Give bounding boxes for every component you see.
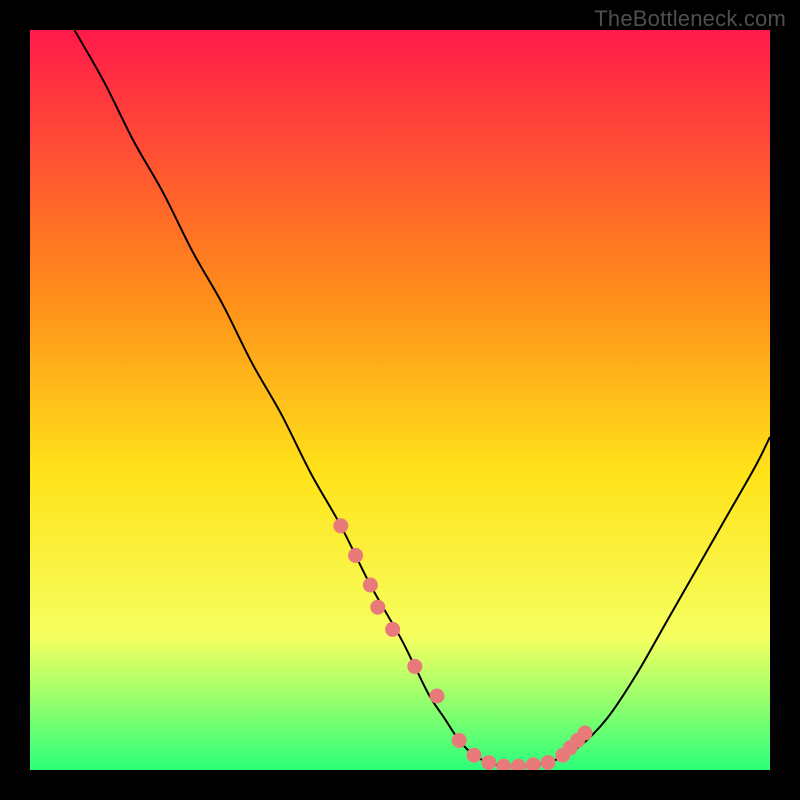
highlight-dot [333,518,348,533]
highlight-dot [541,755,556,770]
highlight-dot [452,733,467,748]
highlight-dot [385,622,400,637]
plot-area [30,30,770,770]
highlight-dot [348,548,363,563]
highlight-dot [407,659,422,674]
gradient-background [30,30,770,770]
chart-stage: TheBottleneck.com [0,0,800,800]
highlight-dot [370,600,385,615]
highlight-dot [481,755,496,770]
watermark-text: TheBottleneck.com [594,6,786,32]
chart-svg [30,30,770,770]
highlight-dot [578,726,593,741]
highlight-dot [430,689,445,704]
highlight-dot [363,578,378,593]
highlight-dot [467,748,482,763]
